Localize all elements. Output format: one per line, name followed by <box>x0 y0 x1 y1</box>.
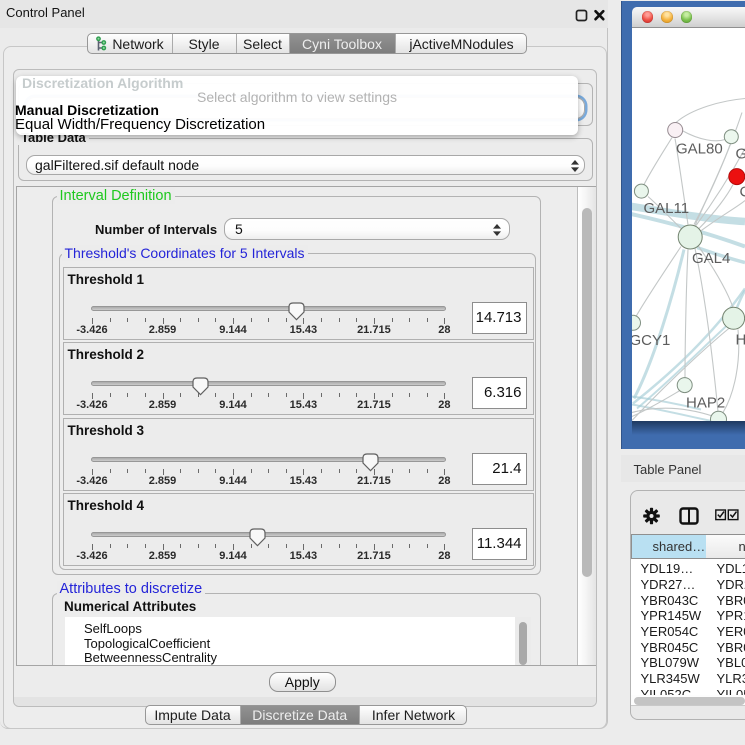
svg-text:C: C <box>740 183 745 200</box>
svg-text:GA: GA <box>736 145 745 162</box>
svg-text:GAL11: GAL11 <box>644 200 690 217</box>
svg-text:HAP2: HAP2 <box>686 394 725 411</box>
svg-text:GAL80: GAL80 <box>676 140 723 157</box>
svg-text:GAL4: GAL4 <box>692 250 730 267</box>
svg-text:H: H <box>736 331 745 348</box>
svg-text:GCY1: GCY1 <box>632 332 670 349</box>
